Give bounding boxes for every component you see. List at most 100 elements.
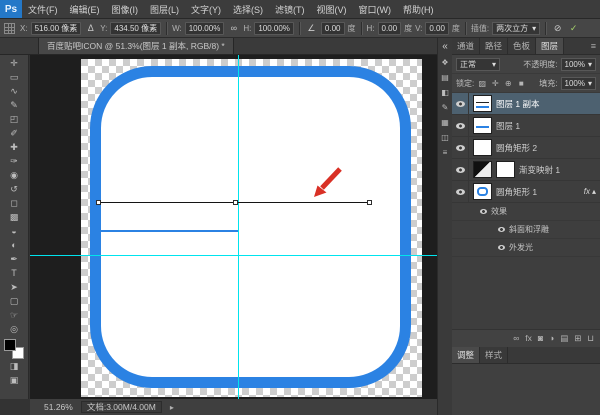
- layer-row-rounded-rect-1[interactable]: 圆角矩形 1 fx ▴: [452, 181, 600, 203]
- menu-view[interactable]: 视图(V): [311, 0, 353, 18]
- tab-layers[interactable]: 图层: [536, 38, 564, 54]
- tab-paths[interactable]: 路径: [480, 38, 508, 54]
- reference-point-icon[interactable]: [4, 23, 15, 34]
- new-layer-icon[interactable]: ⊞: [574, 334, 581, 343]
- screen-mode-icon[interactable]: ▣: [2, 373, 26, 387]
- status-options-arrow-icon[interactable]: ▸: [170, 403, 174, 412]
- character-panel-icon[interactable]: ≡: [443, 149, 448, 157]
- menu-file[interactable]: 文件(F): [22, 0, 64, 18]
- panel-menu-icon[interactable]: ≡: [587, 38, 600, 54]
- path-selection-tool[interactable]: ➤: [2, 280, 26, 294]
- spot-healing-brush-tool[interactable]: ✚: [2, 140, 26, 154]
- effect-row-bevel-emboss[interactable]: 斜面和浮雕: [452, 221, 600, 239]
- pen-tool[interactable]: ✒: [2, 252, 26, 266]
- foreground-color-swatch[interactable]: [4, 339, 16, 351]
- commit-transform-icon[interactable]: ✓: [567, 21, 580, 35]
- visibility-eye-icon[interactable]: [452, 115, 469, 136]
- menu-window[interactable]: 窗口(W): [353, 0, 398, 18]
- layer-row-layer1[interactable]: 图层 1: [452, 115, 600, 137]
- relative-position-icon[interactable]: Δ: [84, 21, 97, 35]
- quick-selection-tool[interactable]: ✎: [2, 98, 26, 112]
- blend-mode-select[interactable]: 正常 ▾: [456, 58, 500, 71]
- lock-pixels-icon[interactable]: ✛: [490, 79, 500, 88]
- link-layers-icon[interactable]: ∞: [513, 334, 519, 343]
- layer-thumbnail[interactable]: [473, 183, 492, 200]
- menu-edit[interactable]: 编辑(E): [64, 0, 106, 18]
- menu-filter[interactable]: 滤镜(T): [269, 0, 311, 18]
- opacity-select[interactable]: 100% ▾: [561, 58, 596, 71]
- tab-channels[interactable]: 通道: [452, 38, 480, 54]
- document-tab[interactable]: 百度贴吧ICON @ 51.3%(图层 1 副本, RGB/8) *: [38, 38, 234, 54]
- layer-row-gradient-map[interactable]: 渐变映射 1: [452, 159, 600, 181]
- menu-help[interactable]: 帮助(H): [397, 0, 440, 18]
- layer-thumbnail[interactable]: [473, 95, 492, 112]
- menu-type[interactable]: 文字(Y): [185, 0, 227, 18]
- type-tool[interactable]: T: [2, 266, 26, 280]
- tab-swatches[interactable]: 色板: [508, 38, 536, 54]
- new-group-icon[interactable]: ▤: [560, 334, 568, 343]
- tab-adjustments[interactable]: 调整: [452, 347, 480, 363]
- height-field[interactable]: 100.00%: [254, 22, 294, 35]
- clone-stamp-tool[interactable]: ◉: [2, 168, 26, 182]
- lock-all-icon[interactable]: ■: [516, 79, 526, 88]
- visibility-eye-icon[interactable]: [452, 137, 469, 158]
- y-position-field[interactable]: 434.50 像素: [110, 22, 161, 35]
- color-panel-icon[interactable]: ❖: [441, 59, 448, 67]
- width-field[interactable]: 100.00%: [185, 22, 225, 35]
- visibility-eye-icon[interactable]: [452, 159, 469, 180]
- hand-tool[interactable]: ☞: [2, 308, 26, 322]
- menu-select[interactable]: 选择(S): [227, 0, 269, 18]
- layer-row-layer1-copy[interactable]: 图层 1 副本: [452, 93, 600, 115]
- history-brush-tool[interactable]: ↺: [2, 182, 26, 196]
- layer-thumbnail[interactable]: [473, 139, 492, 156]
- layer-effects-badge[interactable]: fx ▴: [584, 187, 598, 196]
- maintain-aspect-link-icon[interactable]: ∞: [227, 21, 240, 35]
- move-tool[interactable]: ✛: [2, 56, 26, 70]
- rectangle-tool[interactable]: ▢: [2, 294, 26, 308]
- crop-tool[interactable]: ◰: [2, 112, 26, 126]
- adjustment-layer-thumbnail[interactable]: [473, 161, 492, 178]
- menu-layer[interactable]: 图层(L): [144, 0, 185, 18]
- cancel-transform-icon[interactable]: ⊘: [551, 21, 564, 35]
- collapse-panels-icon[interactable]: «: [442, 41, 448, 52]
- properties-panel-icon[interactable]: ◫: [441, 134, 449, 142]
- layer-row-rounded-rect-2[interactable]: 圆角矩形 2: [452, 137, 600, 159]
- visibility-eye-icon[interactable]: [452, 181, 469, 202]
- zoom-tool[interactable]: ◎: [2, 322, 26, 336]
- rectangular-marquee-tool[interactable]: ▭: [2, 70, 26, 84]
- tab-styles[interactable]: 样式: [480, 347, 508, 363]
- eraser-tool[interactable]: ◻: [2, 196, 26, 210]
- info-panel-icon[interactable]: ▦: [441, 119, 449, 127]
- adjustments-panel-icon[interactable]: ◧: [441, 89, 449, 97]
- rotate-angle-field[interactable]: 0.00: [321, 22, 345, 35]
- eyedropper-tool[interactable]: ✐: [2, 126, 26, 140]
- layer-thumbnail[interactable]: [473, 117, 492, 134]
- interpolation-select[interactable]: 两次立方 ▾: [492, 22, 540, 35]
- lock-position-icon[interactable]: ⊕: [503, 79, 513, 88]
- visibility-eye-icon[interactable]: [480, 209, 487, 214]
- collapse-effects-icon[interactable]: ▴: [592, 187, 596, 196]
- blur-tool[interactable]: ◒: [2, 224, 26, 238]
- v-skew-field[interactable]: 0.00: [425, 22, 449, 35]
- visibility-eye-icon[interactable]: [498, 227, 505, 232]
- canvas-area[interactable]: [30, 55, 437, 399]
- transform-handle-right[interactable]: [367, 200, 372, 205]
- layer-mask-thumbnail[interactable]: [496, 161, 515, 178]
- fill-select[interactable]: 100% ▾: [561, 77, 596, 90]
- gradient-tool[interactable]: ▩: [2, 210, 26, 224]
- delete-layer-icon[interactable]: ⊔: [587, 334, 594, 343]
- add-layer-mask-icon[interactable]: ◙: [538, 334, 543, 343]
- visibility-eye-icon[interactable]: [452, 93, 469, 114]
- quick-mask-icon[interactable]: ◨: [2, 359, 26, 373]
- h-skew-field[interactable]: 0.00: [378, 22, 402, 35]
- effects-header-row[interactable]: 效果: [452, 203, 600, 221]
- visibility-eye-icon[interactable]: [498, 245, 505, 250]
- transform-handle-center[interactable]: [233, 200, 238, 205]
- swatches-panel-icon[interactable]: ▤: [441, 74, 449, 82]
- x-position-field[interactable]: 516.00 像素: [31, 22, 82, 35]
- new-adjustment-layer-icon[interactable]: ◑: [549, 334, 554, 343]
- lock-transparency-icon[interactable]: ▨: [477, 79, 487, 88]
- transform-handle-left[interactable]: [96, 200, 101, 205]
- dodge-tool[interactable]: ◐: [2, 238, 26, 252]
- history-panel-icon[interactable]: ✎: [442, 104, 449, 112]
